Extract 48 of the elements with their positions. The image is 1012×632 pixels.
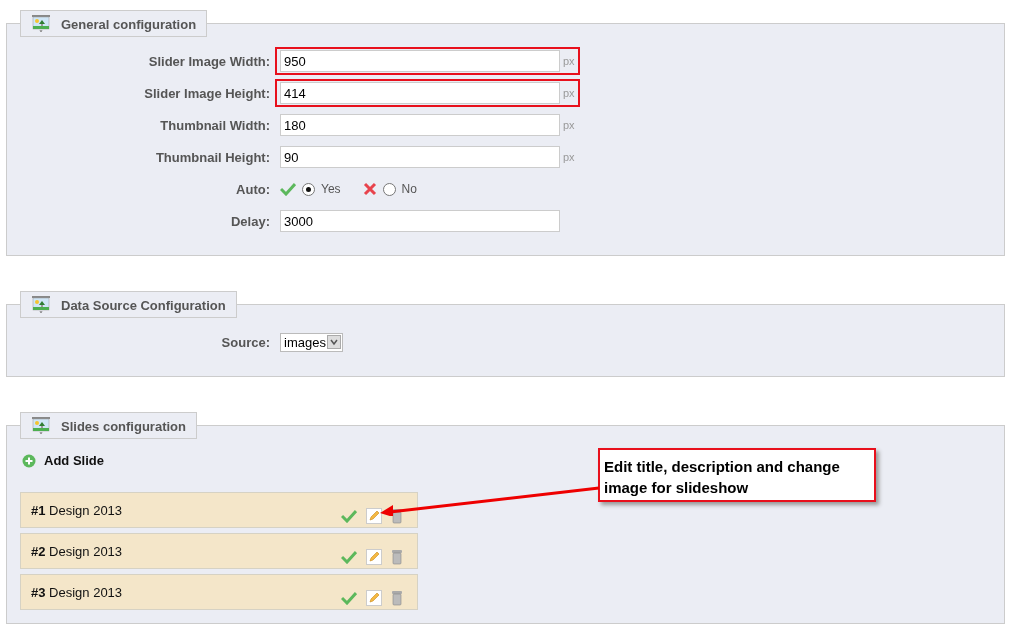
- field-label: Slider Image Height:: [143, 85, 270, 101]
- callout-box: Edit title, description and change image for slideshow: [598, 448, 876, 502]
- text-field[interactable]: 3000: [280, 210, 560, 232]
- picture-icon: [31, 14, 51, 34]
- slide-title: #3 Design 2013: [31, 585, 123, 600]
- picture-icon: [31, 295, 51, 315]
- add-slide-button[interactable]: Add Slide: [22, 453, 104, 468]
- unit-label: px: [563, 55, 575, 67]
- section-title: General configuration: [61, 16, 197, 32]
- field-label: Source:: [220, 334, 270, 350]
- trash-icon[interactable]: [391, 549, 403, 565]
- radio-label: Yes: [321, 182, 341, 196]
- cross-icon: [362, 182, 377, 196]
- edit-pencil-icon[interactable]: [366, 508, 382, 524]
- plus-icon: [22, 453, 36, 468]
- check-icon[interactable]: [341, 509, 357, 523]
- check-icon[interactable]: [341, 591, 357, 605]
- field-label: Thumbnail Height:: [154, 149, 270, 165]
- slide-item[interactable]: #3 Design 2013: [20, 574, 418, 610]
- check-icon[interactable]: [341, 550, 357, 564]
- text-field[interactable]: 950: [280, 50, 560, 72]
- text-field[interactable]: 180: [280, 114, 560, 136]
- unit-label: px: [563, 151, 575, 163]
- radio-button[interactable]: [382, 182, 396, 196]
- trash-icon[interactable]: [391, 508, 403, 524]
- check-icon: [280, 182, 296, 196]
- unit-label: px: [563, 87, 575, 99]
- text-field[interactable]: 90: [280, 146, 560, 168]
- radio-label: No: [401, 182, 417, 196]
- unit-label: px: [563, 119, 575, 131]
- field-label: Delay:: [229, 213, 270, 229]
- slide-title: #1 Design 2013: [31, 503, 123, 518]
- caret-icon: [326, 335, 341, 349]
- picture-icon: [31, 416, 51, 436]
- trash-icon[interactable]: [391, 590, 403, 606]
- slide-item[interactable]: #1 Design 2013: [20, 492, 418, 528]
- source-dropdown[interactable]: images: [280, 332, 343, 352]
- slide-item[interactable]: #2 Design 2013: [20, 533, 418, 569]
- edit-pencil-icon[interactable]: [366, 590, 382, 606]
- field-label: Slider Image Width:: [147, 53, 270, 69]
- text-field[interactable]: 414: [280, 82, 560, 104]
- field-label: Thumbnail Width:: [159, 117, 270, 133]
- edit-pencil-icon[interactable]: [366, 549, 382, 565]
- field-label: Auto:: [235, 181, 270, 197]
- section-title: Data Source Configuration: [61, 297, 226, 313]
- slide-title: #2 Design 2013: [31, 544, 123, 559]
- radio-button[interactable]: [302, 182, 315, 196]
- section-title: Slides configuration: [61, 418, 186, 434]
